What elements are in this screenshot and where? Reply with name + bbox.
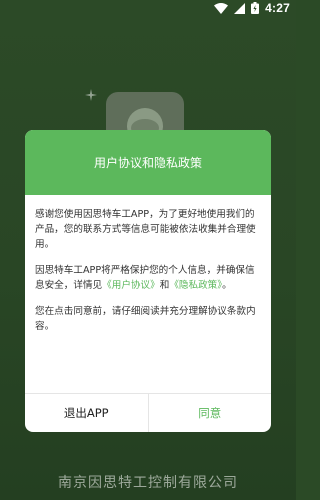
wifi-icon (214, 0, 229, 18)
privacy-policy-link[interactable]: 《隐私政策》 (169, 280, 222, 291)
dialog-title: 用户协议和隐私政策 (93, 156, 202, 170)
dialog-paragraph-2: 因思特车工APP将严格保护您的个人信息，并确保信息安全，详情见《用户协议》和《隐… (35, 263, 261, 293)
agree-button[interactable]: 同意 (149, 394, 272, 432)
status-bar: 4:27 (0, 0, 296, 16)
cell-signal-icon (234, 0, 246, 18)
sparkle-icon (85, 86, 97, 101)
paragraph-2-end: 。 (222, 280, 232, 291)
company-name: 南京因思特工控制有限公司 (58, 475, 238, 491)
user-agreement-link[interactable]: 《用户协议》 (102, 280, 160, 291)
dialog-paragraph-3: 您在点击同意前，请仔细阅读并充分理解协议条款内容。 (35, 306, 256, 332)
privacy-dialog: 用户协议和隐私政策 感谢您使用因思特车工APP，为了更好地使用我们的产品，您的联… (25, 130, 271, 432)
dialog-header: 用户协议和隐私政策 (25, 130, 271, 195)
status-time: 4:27 (265, 1, 290, 15)
dialog-footer: 退出APP 同意 (25, 393, 271, 432)
exit-app-button[interactable]: 退出APP (25, 394, 149, 432)
dialog-body: 感谢您使用因思特车工APP，为了更好地使用我们的产品，您的联系方式等信息可能被依… (25, 195, 271, 394)
battery-charging-icon (251, 0, 260, 18)
paragraph-2-and: 和 (159, 280, 170, 291)
dialog-paragraph-1: 感谢您使用因思特车工APP，为了更好地使用我们的产品，您的联系方式等信息可能被依… (35, 209, 256, 250)
